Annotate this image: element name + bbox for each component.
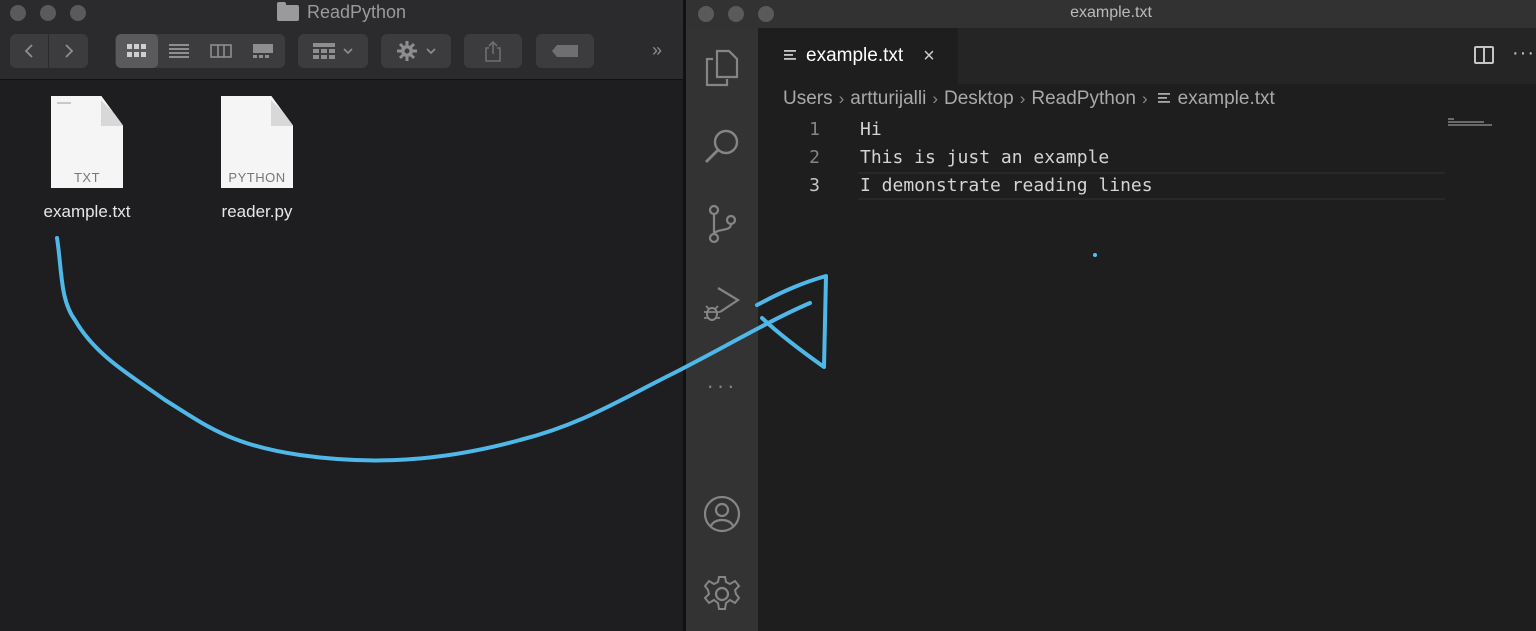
mouse-cursor-dot (1093, 253, 1097, 257)
file-item-example-txt[interactable]: TXT example.txt (17, 96, 157, 222)
line-number: 2 (809, 147, 820, 168)
split-editor-icon[interactable] (1474, 46, 1494, 64)
line-text: Hi (860, 119, 882, 140)
doc-fold (101, 96, 123, 126)
editor-area: example.txt × ··· Users › artturijalli ›… (758, 28, 1536, 631)
finder-toolbar: ReadPython » (0, 0, 683, 80)
breadcrumb-item[interactable]: ReadPython (1031, 88, 1136, 110)
source-control-button[interactable] (700, 202, 744, 246)
vscode-window: example.txt ··· example.txt × ··· Users … (686, 0, 1536, 631)
text-file-icon (1157, 93, 1170, 103)
code-line[interactable]: 2 This is just an example (758, 144, 1458, 172)
file-type-label: TXT (73, 170, 101, 185)
run-debug-button[interactable] (700, 282, 744, 326)
tab-example-txt[interactable]: example.txt × (758, 28, 958, 84)
action-menu-button[interactable] (381, 34, 451, 68)
explorer-button[interactable] (700, 46, 744, 90)
search-button[interactable] (700, 124, 744, 168)
chevron-down-icon (343, 48, 353, 55)
minimap-line (1448, 121, 1484, 123)
finder-window-title: ReadPython (0, 1, 683, 23)
file-name: example.txt (43, 202, 131, 221)
doc-preview-line (57, 102, 71, 104)
gear-icon (397, 41, 417, 61)
doc-fold (271, 96, 293, 126)
column-view-button[interactable] (200, 34, 242, 68)
gallery-view-icon (253, 44, 273, 58)
icon-view-button[interactable] (116, 34, 158, 68)
view-mode-segment (115, 34, 285, 68)
run-debug-icon (704, 287, 741, 321)
line-number: 1 (809, 119, 820, 140)
chevron-right-icon: › (932, 89, 938, 108)
vscode-window-title: example.txt (1070, 4, 1152, 21)
vscode-titlebar: example.txt (686, 0, 1536, 28)
share-icon (485, 40, 501, 62)
edit-tags-button[interactable] (536, 34, 594, 68)
chevron-right-icon (64, 44, 73, 58)
toolbar-overflow-button[interactable]: » (652, 40, 662, 61)
list-view-icon (169, 44, 189, 58)
explorer-icon (705, 49, 739, 87)
code-editor[interactable]: 1 Hi 2 This is just an example 3 I demon… (758, 116, 1458, 200)
chevron-right-icon: › (1141, 89, 1148, 108)
tab-label: example.txt (806, 45, 904, 66)
activity-bar: ··· (686, 28, 758, 631)
text-document-icon: TXT (51, 96, 123, 188)
code-line[interactable]: 1 Hi (758, 116, 1458, 144)
finder-title-text: ReadPython (306, 2, 407, 22)
chevron-right-icon: › (838, 89, 845, 108)
breadcrumb-item[interactable]: Users (783, 88, 833, 110)
text-file-icon (784, 50, 796, 60)
more-views-button[interactable]: ··· (700, 364, 744, 408)
finder-window: ReadPython » TXT example.txt PYTHON read… (0, 0, 683, 631)
line-text: I demonstrate reading lines (860, 175, 1153, 196)
breadcrumb-item[interactable]: Desktop (944, 88, 1014, 110)
tag-icon (552, 45, 578, 57)
breadcrumb-item[interactable]: example.txt (1178, 88, 1275, 110)
search-icon (705, 129, 739, 163)
python-document-icon: PYTHON (221, 96, 293, 188)
chevron-left-icon (24, 44, 33, 58)
chevron-right-icon: › (1019, 89, 1026, 108)
source-control-icon (708, 204, 737, 244)
account-icon (703, 495, 741, 533)
share-button[interactable] (464, 34, 522, 68)
close-icon[interactable]: × (923, 45, 935, 68)
editor-tab-bar: example.txt × ··· (758, 28, 1536, 84)
settings-gear-icon (703, 576, 741, 610)
back-button[interactable] (10, 34, 49, 68)
file-name: reader.py (221, 202, 293, 221)
line-text: This is just an example (860, 147, 1110, 168)
forward-button[interactable] (49, 34, 88, 68)
file-type-label: PYTHON (228, 170, 286, 185)
chevron-down-icon (426, 48, 436, 55)
list-view-button[interactable] (158, 34, 200, 68)
minimap-line (1448, 118, 1454, 120)
line-number: 3 (809, 175, 820, 196)
more-icon: ··· (706, 373, 738, 398)
column-view-icon (210, 44, 232, 58)
code-line[interactable]: 3 I demonstrate reading lines (758, 172, 1458, 200)
manage-button[interactable] (700, 572, 744, 616)
breadcrumb: Users › artturijalli › Desktop › ReadPyt… (783, 88, 1275, 110)
group-by-button[interactable] (298, 34, 368, 68)
breadcrumb-item[interactable]: artturijalli (850, 88, 926, 110)
group-by-icon (313, 43, 335, 59)
minimap[interactable] (1448, 118, 1536, 128)
folder-icon (276, 1, 299, 21)
more-actions-icon[interactable]: ··· (1512, 42, 1535, 65)
file-item-reader-py[interactable]: PYTHON reader.py (187, 96, 327, 222)
gallery-view-button[interactable] (242, 34, 284, 68)
icon-view-icon (127, 44, 146, 57)
back-forward-buttons (10, 34, 88, 68)
minimap-line (1448, 124, 1492, 126)
accounts-button[interactable] (700, 492, 744, 536)
